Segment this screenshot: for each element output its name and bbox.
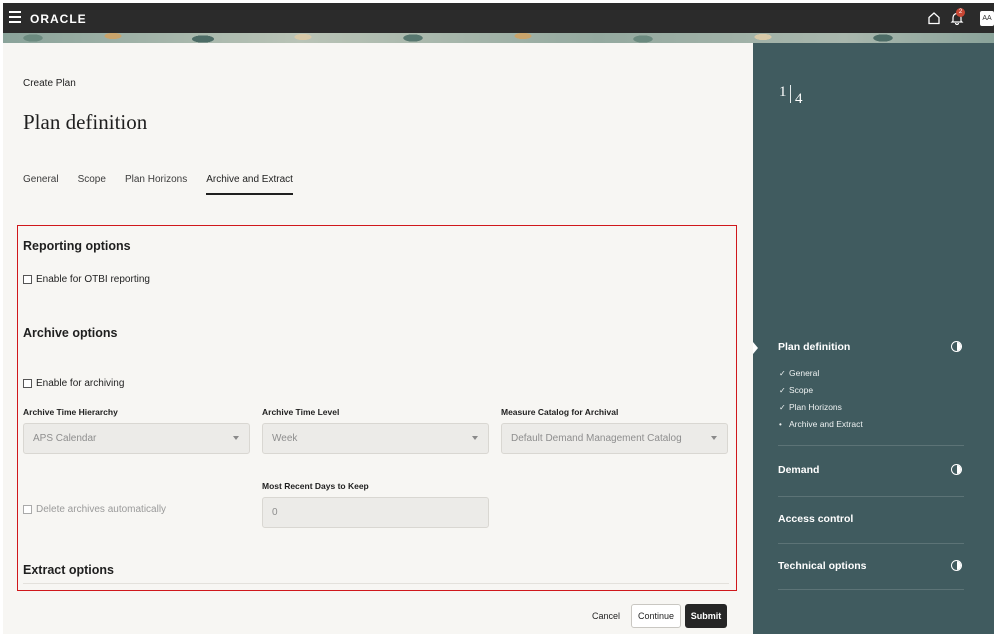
nav-sub-item-archive-and-extract[interactable]: • Archive and Extract bbox=[779, 419, 863, 429]
half-circle-icon bbox=[951, 341, 962, 352]
notification-count-badge: 2 bbox=[956, 8, 965, 17]
hamburger-menu-icon[interactable] bbox=[9, 11, 21, 23]
divider bbox=[23, 583, 729, 584]
step-sidebar: 1 4 Plan definition ✓ General ✓ Scope ✓ … bbox=[753, 43, 994, 634]
nav-divider bbox=[778, 496, 964, 497]
archive-time-hierarchy-value: APS Calendar bbox=[33, 433, 97, 444]
otbi-reporting-checkbox[interactable] bbox=[23, 275, 32, 284]
page-title: Plan definition bbox=[23, 110, 148, 134]
step-divider bbox=[790, 85, 791, 103]
archive-options-heading: Archive options bbox=[23, 326, 118, 340]
archive-time-hierarchy-select[interactable]: APS Calendar bbox=[23, 423, 250, 454]
continue-button[interactable]: Continue bbox=[631, 604, 681, 628]
tab-general[interactable]: General bbox=[23, 174, 59, 195]
nav-sub-item-general[interactable]: ✓ General bbox=[779, 368, 819, 378]
tab-scope[interactable]: Scope bbox=[78, 174, 106, 195]
measure-catalog-select[interactable]: Default Demand Management Catalog bbox=[501, 423, 728, 454]
nav-sub-item-label: General bbox=[789, 368, 820, 378]
measure-catalog-label: Measure Catalog for Archival bbox=[501, 407, 619, 417]
half-circle-icon bbox=[951, 464, 962, 475]
step-current: 1 bbox=[779, 84, 787, 100]
nav-sub-item-plan-horizons[interactable]: ✓ Plan Horizons bbox=[779, 402, 842, 412]
nav-sub-item-label: Archive and Extract bbox=[789, 419, 863, 429]
delete-archives-checkbox[interactable] bbox=[23, 505, 32, 514]
enable-archiving-checkbox[interactable] bbox=[23, 379, 32, 388]
delete-archives-checkbox-row[interactable]: Delete archives automatically bbox=[23, 504, 166, 515]
nav-access-control[interactable]: Access control bbox=[778, 513, 853, 525]
nav-sub-item-label: Plan Horizons bbox=[789, 402, 842, 412]
tab-plan-horizons[interactable]: Plan Horizons bbox=[125, 174, 187, 195]
tab-archive-and-extract[interactable]: Archive and Extract bbox=[206, 174, 293, 195]
user-avatar[interactable]: AA bbox=[980, 11, 994, 26]
nav-sub-item-scope[interactable]: ✓ Scope bbox=[779, 385, 813, 395]
current-section-pointer bbox=[753, 342, 758, 354]
reporting-options-heading: Reporting options bbox=[23, 239, 131, 253]
nav-sub-item-label: Scope bbox=[789, 385, 814, 395]
recent-days-input[interactable]: 0 bbox=[262, 497, 489, 528]
step-total: 4 bbox=[795, 91, 803, 107]
breadcrumb: Create Plan bbox=[23, 78, 76, 89]
nav-plan-definition[interactable]: Plan definition bbox=[778, 341, 850, 353]
home-icon[interactable] bbox=[927, 11, 941, 25]
decorative-banner bbox=[3, 33, 994, 43]
measure-catalog-value: Default Demand Management Catalog bbox=[511, 433, 682, 444]
main-content: Create Plan Plan definition General Scop… bbox=[3, 43, 753, 634]
nav-divider bbox=[778, 543, 964, 544]
archive-time-level-value: Week bbox=[272, 433, 298, 444]
archive-time-level-label: Archive Time Level bbox=[262, 407, 340, 417]
enable-archiving-checkbox-row[interactable]: Enable for archiving bbox=[23, 378, 124, 389]
chevron-down-icon bbox=[472, 436, 478, 440]
nav-divider bbox=[778, 445, 964, 446]
chevron-down-icon bbox=[233, 436, 239, 440]
archive-time-level-select[interactable]: Week bbox=[262, 423, 489, 454]
checkmark-icon: ✓ bbox=[779, 368, 786, 378]
enable-archiving-label: Enable for archiving bbox=[36, 378, 125, 389]
top-bar: ORACLE 2 AA bbox=[3, 3, 994, 33]
recent-days-label: Most Recent Days to Keep bbox=[262, 481, 369, 491]
tab-bar: General Scope Plan Horizons Archive and … bbox=[23, 174, 312, 195]
bullet-icon: • bbox=[779, 419, 782, 429]
nav-demand[interactable]: Demand bbox=[778, 464, 819, 476]
half-circle-icon bbox=[951, 560, 962, 571]
checkmark-icon: ✓ bbox=[779, 385, 786, 395]
delete-archives-label: Delete archives automatically bbox=[36, 504, 167, 515]
cancel-button[interactable]: Cancel bbox=[588, 604, 624, 628]
nav-technical-options[interactable]: Technical options bbox=[778, 560, 866, 572]
checkmark-icon: ✓ bbox=[779, 402, 786, 412]
otbi-reporting-label: Enable for OTBI reporting bbox=[36, 274, 150, 285]
oracle-logo: ORACLE bbox=[30, 12, 87, 26]
otbi-reporting-checkbox-row[interactable]: Enable for OTBI reporting bbox=[23, 274, 150, 285]
extract-options-heading: Extract options bbox=[23, 563, 114, 577]
nav-divider bbox=[778, 589, 964, 590]
recent-days-value: 0 bbox=[272, 507, 278, 518]
submit-button[interactable]: Submit bbox=[685, 604, 727, 628]
archive-time-hierarchy-label: Archive Time Hierarchy bbox=[23, 407, 118, 417]
chevron-down-icon bbox=[711, 436, 717, 440]
